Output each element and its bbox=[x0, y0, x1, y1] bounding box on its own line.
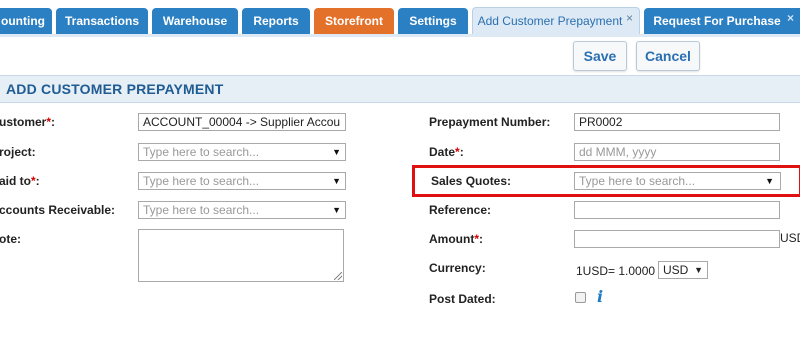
tab-underline bbox=[0, 34, 800, 37]
tab-request-for-purchase[interactable]: Request For Purchase × bbox=[644, 8, 800, 34]
currency-select[interactable]: USD ▼ bbox=[658, 261, 708, 279]
prepayment-number-input[interactable]: PR0002 bbox=[574, 113, 780, 131]
customer-value: ACCOUNT_00004 -> Supplier Accou bbox=[143, 115, 341, 129]
post-dated-label: Post Dated: bbox=[429, 292, 496, 306]
close-icon[interactable]: × bbox=[787, 8, 794, 28]
paid-to-select[interactable]: Type here to search... ▼ bbox=[138, 172, 346, 190]
chevron-down-icon: ▼ bbox=[332, 176, 341, 186]
amount-input[interactable] bbox=[574, 230, 780, 248]
chevron-down-icon: ▼ bbox=[765, 176, 774, 186]
section-title: ADD CUSTOMER PREPAYMENT bbox=[6, 81, 224, 97]
project-select[interactable]: Type here to search... ▼ bbox=[138, 143, 346, 161]
accounts-receivable-label: ccounts Receivable: bbox=[0, 203, 116, 217]
project-placeholder: Type here to search... bbox=[143, 145, 260, 159]
paid-to-label: aid to*: bbox=[0, 174, 40, 188]
tab-reports[interactable]: Reports bbox=[242, 8, 310, 34]
section-header: ADD CUSTOMER PREPAYMENT bbox=[0, 75, 800, 103]
prepayment-number-value: PR0002 bbox=[579, 115, 623, 129]
currency-label: Currency: bbox=[429, 261, 486, 275]
tab-add-customer-prepayment[interactable]: Add Customer Prepayment × bbox=[472, 7, 640, 35]
amount-currency-suffix: USD bbox=[780, 231, 800, 245]
accounts-receivable-placeholder: Type here to search... bbox=[143, 203, 260, 217]
required-marker: * bbox=[46, 115, 52, 129]
tab-settings[interactable]: Settings bbox=[398, 8, 468, 34]
tab-label: Settings bbox=[409, 14, 457, 28]
exchange-rate: 1USD= 1.0000 bbox=[576, 264, 656, 278]
required-marker: * bbox=[474, 232, 479, 246]
note-label: ote: bbox=[0, 232, 21, 246]
chevron-down-icon: ▼ bbox=[694, 265, 703, 275]
customer-select[interactable]: ACCOUNT_00004 -> Supplier Accou bbox=[138, 113, 346, 131]
post-dated-checkbox[interactable] bbox=[575, 292, 586, 303]
cancel-button[interactable]: Cancel bbox=[636, 41, 700, 71]
close-icon[interactable]: × bbox=[626, 8, 633, 28]
tab-warehouse[interactable]: Warehouse bbox=[152, 8, 238, 34]
tab-transactions[interactable]: Transactions bbox=[56, 8, 148, 34]
amount-label: Amount*: bbox=[429, 232, 483, 246]
date-input[interactable]: dd MMM, yyyy bbox=[574, 143, 780, 161]
customer-label: ustomer*: bbox=[0, 115, 56, 129]
sales-quotes-label: Sales Quotes: bbox=[431, 174, 512, 188]
date-label: Date*: bbox=[429, 145, 464, 159]
chevron-down-icon: ▼ bbox=[332, 147, 341, 157]
reference-label: Reference: bbox=[429, 203, 492, 217]
required-marker: * bbox=[455, 145, 460, 159]
date-placeholder: dd MMM, yyyy bbox=[579, 145, 657, 159]
info-icon[interactable]: i bbox=[597, 287, 603, 306]
prepayment-number-label: Prepayment Number: bbox=[429, 115, 551, 129]
required-marker: * bbox=[31, 174, 36, 188]
tab-label: Reports bbox=[253, 14, 299, 28]
accounts-receivable-select[interactable]: Type here to search... ▼ bbox=[138, 201, 346, 219]
tab-label: Add Customer Prepayment bbox=[477, 14, 623, 28]
tab-label: Request For Purchase bbox=[653, 14, 781, 28]
paid-to-placeholder: Type here to search... bbox=[143, 174, 260, 188]
resize-handle-icon[interactable] bbox=[334, 272, 342, 280]
note-textarea[interactable] bbox=[138, 229, 344, 282]
tab-label: ounting bbox=[1, 14, 45, 28]
sales-quotes-select[interactable]: Type here to search... ▼ bbox=[574, 172, 781, 190]
tab-label: Storefront bbox=[325, 14, 383, 28]
tab-label: Warehouse bbox=[162, 14, 228, 28]
save-button[interactable]: Save bbox=[573, 41, 627, 71]
chevron-down-icon: ▼ bbox=[332, 205, 341, 215]
sales-quotes-placeholder: Type here to search... bbox=[579, 174, 696, 188]
currency-selected: USD bbox=[663, 263, 689, 277]
project-label: roject: bbox=[0, 145, 36, 159]
tab-storefront[interactable]: Storefront bbox=[314, 8, 394, 34]
tab-accounting[interactable]: ounting bbox=[0, 8, 52, 34]
tab-label: Transactions bbox=[64, 14, 140, 28]
tab-bar: ounting Transactions Warehouse Reports S… bbox=[0, 0, 800, 37]
reference-input[interactable] bbox=[574, 201, 780, 219]
